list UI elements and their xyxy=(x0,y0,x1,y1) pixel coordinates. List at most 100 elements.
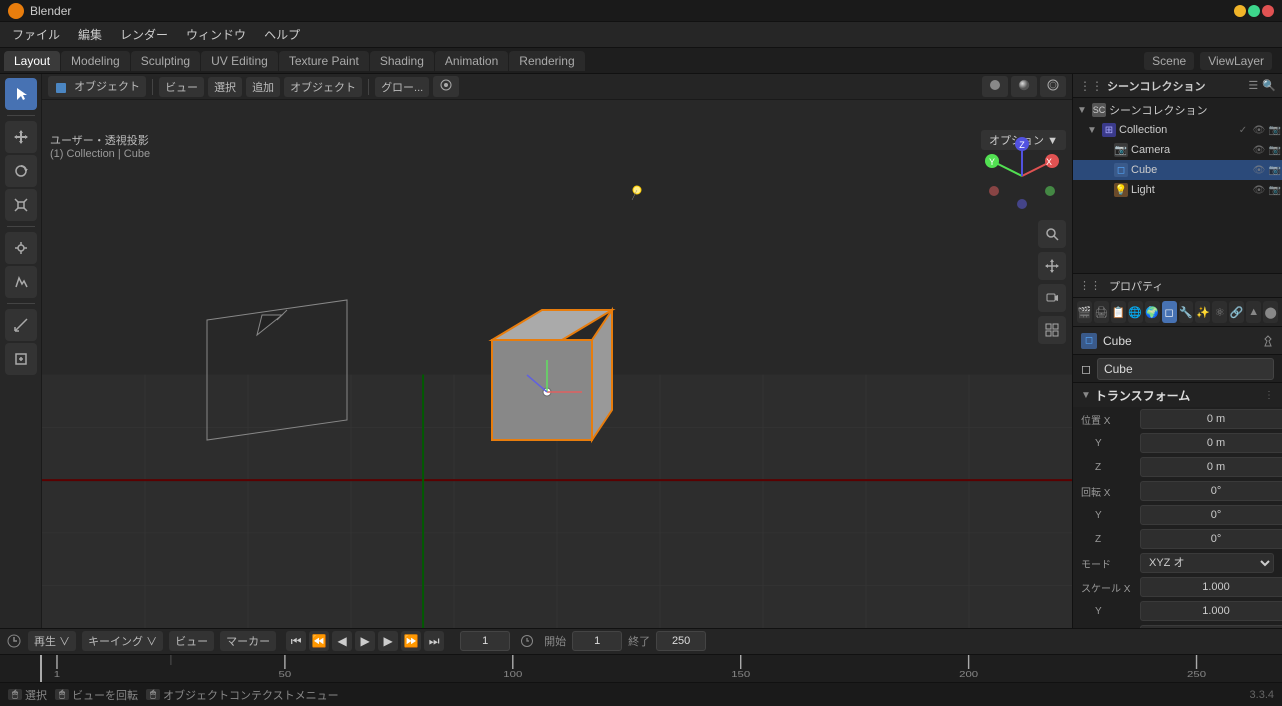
minimize-button[interactable] xyxy=(1234,5,1246,17)
transform-menu[interactable]: ⋮ xyxy=(1264,390,1274,401)
props-section-transform-header[interactable]: ▼ トランスフォーム ⋮ xyxy=(1073,383,1282,407)
playhead[interactable] xyxy=(40,655,42,682)
viewport-view-menu[interactable]: ビュー xyxy=(159,77,204,97)
props-tab-particles[interactable]: ✨ xyxy=(1195,301,1210,323)
outliner-item-cube[interactable]: ◻ Cube 👁 📷 xyxy=(1073,160,1282,180)
next-keyframe-btn[interactable]: ▶ xyxy=(378,631,398,651)
viewlayer-selector[interactable]: ViewLayer xyxy=(1200,52,1272,70)
tool-rotate[interactable] xyxy=(5,155,37,187)
viewport-render-mode-rendered[interactable] xyxy=(1040,76,1066,97)
location-z-input[interactable] xyxy=(1140,457,1282,477)
scale-z-input[interactable] xyxy=(1140,625,1282,628)
location-y-input[interactable] xyxy=(1140,433,1282,453)
navigation-gizmo[interactable]: X Y Z xyxy=(982,136,1062,216)
tool-transform[interactable] xyxy=(5,232,37,264)
collection-vis-eye[interactable]: 👁 xyxy=(1252,125,1266,136)
props-tab-material[interactable]: ⬤ xyxy=(1263,301,1278,323)
viewport-render-mode-material[interactable] xyxy=(1011,76,1037,97)
outliner-item-scene-collection[interactable]: ▼ SC シーンコレクション xyxy=(1073,100,1282,120)
viewport-transform[interactable]: グロー... xyxy=(375,77,429,97)
props-tab-scene[interactable]: 🌐 xyxy=(1128,301,1143,323)
props-name-input[interactable] xyxy=(1097,358,1274,380)
props-tab-render[interactable]: 🎬 xyxy=(1077,301,1092,323)
prev-frame-btn[interactable]: ⏪ xyxy=(309,631,329,651)
timeline-track[interactable]: 1 50 100 150 200 250 xyxy=(0,655,1282,682)
props-tab-modifier[interactable]: 🔧 xyxy=(1179,301,1194,323)
scale-x-input[interactable] xyxy=(1140,577,1282,597)
outliner-filter-btn[interactable]: ☰ xyxy=(1248,79,1258,92)
cube-vis-eye[interactable]: 👁 xyxy=(1252,165,1266,176)
tab-modeling[interactable]: Modeling xyxy=(61,51,130,71)
rotation-y-input[interactable] xyxy=(1140,505,1282,525)
rotation-x-input[interactable] xyxy=(1140,481,1282,501)
jump-end-btn[interactable]: ⏭ xyxy=(424,631,444,651)
outliner-item-camera[interactable]: 📷 Camera 👁 📷 xyxy=(1073,140,1282,160)
viewport-mode-selector[interactable]: オブジェクト xyxy=(48,76,146,96)
tab-shading[interactable]: Shading xyxy=(370,51,434,71)
timeline-re-btn[interactable]: 再生 ∨ xyxy=(28,631,76,651)
close-button[interactable] xyxy=(1262,5,1274,17)
timeline-marker-btn[interactable]: マーカー xyxy=(220,631,276,651)
prev-keyframe-btn[interactable]: ◀ xyxy=(332,631,352,651)
jump-start-btn[interactable]: ⏮ xyxy=(286,631,306,651)
menu-render[interactable]: レンダー xyxy=(112,24,176,45)
props-tab-object[interactable]: ◻ xyxy=(1162,301,1177,323)
tab-layout[interactable]: Layout xyxy=(4,51,60,71)
menu-file[interactable]: ファイル xyxy=(4,24,68,45)
props-tab-constraints[interactable]: 🔗 xyxy=(1229,301,1244,323)
tab-sculpting[interactable]: Sculpting xyxy=(131,51,200,71)
viewport-snap[interactable] xyxy=(433,76,459,97)
grid-gizmo-btn[interactable] xyxy=(1038,316,1066,344)
rotation-z-input[interactable] xyxy=(1140,529,1282,549)
props-tab-world[interactable]: 🌍 xyxy=(1145,301,1160,323)
light-vis-eye[interactable]: 👁 xyxy=(1252,185,1266,196)
props-pin-icon[interactable] xyxy=(1262,335,1274,347)
end-frame-input[interactable] xyxy=(656,631,706,651)
camera-vis-eye[interactable]: 👁 xyxy=(1252,145,1266,156)
tool-add[interactable] xyxy=(5,343,37,375)
outliner-item-collection[interactable]: ▼ ⊞ Collection ✓ 👁 📷 xyxy=(1073,120,1282,140)
props-tab-data[interactable]: ▲ xyxy=(1246,301,1261,323)
current-frame-input[interactable] xyxy=(460,631,510,651)
tab-texture-paint[interactable]: Texture Paint xyxy=(279,51,369,71)
scene-selector[interactable]: Scene xyxy=(1144,52,1194,70)
viewport-object-menu[interactable]: オブジェクト xyxy=(284,77,362,97)
rotation-mode-select[interactable]: XYZ オ XZY YXZ xyxy=(1140,553,1274,573)
props-tab-output[interactable]: 🖨 xyxy=(1094,301,1109,323)
menu-edit[interactable]: 編集 xyxy=(70,24,110,45)
tab-animation[interactable]: Animation xyxy=(435,51,508,71)
camera-view-btn[interactable] xyxy=(1038,284,1066,312)
maximize-button[interactable] xyxy=(1248,5,1260,17)
outliner-item-light[interactable]: 💡 Light 👁 📷 xyxy=(1073,180,1282,200)
timeline-keying-btn[interactable]: キーイング ∨ xyxy=(82,631,163,651)
next-frame-btn[interactable]: ⏩ xyxy=(401,631,421,651)
menu-window[interactable]: ウィンドウ xyxy=(178,24,254,45)
zoom-gizmo-btn[interactable] xyxy=(1038,220,1066,248)
tab-uv-editing[interactable]: UV Editing xyxy=(201,51,278,71)
location-x-input[interactable] xyxy=(1140,409,1282,429)
pan-gizmo-btn[interactable] xyxy=(1038,252,1066,280)
tool-annotate[interactable] xyxy=(5,266,37,298)
viewport-select-menu[interactable]: 選択 xyxy=(208,77,242,97)
viewport-area[interactable]: オブジェクト ビュー 選択 追加 オブジェクト グロー... xyxy=(42,74,1072,628)
tool-scale[interactable] xyxy=(5,189,37,221)
start-frame-input[interactable] xyxy=(572,631,622,651)
cube-vis-render[interactable]: 📷 xyxy=(1268,165,1282,176)
scale-y-input[interactable] xyxy=(1140,601,1282,621)
light-vis-render[interactable]: 📷 xyxy=(1268,185,1282,196)
collection-vis-check[interactable]: ✓ xyxy=(1236,125,1250,136)
viewport-add-menu[interactable]: 追加 xyxy=(246,77,280,97)
viewport-render-mode-solid[interactable] xyxy=(982,76,1008,97)
tool-measure[interactable] xyxy=(5,309,37,341)
play-btn[interactable]: ▶ xyxy=(355,631,375,651)
menu-help[interactable]: ヘルプ xyxy=(256,24,308,45)
tab-rendering[interactable]: Rendering xyxy=(509,51,584,71)
tool-move[interactable] xyxy=(5,121,37,153)
props-tab-view-layer[interactable]: 📋 xyxy=(1111,301,1126,323)
props-tab-physics[interactable]: ⚛ xyxy=(1212,301,1227,323)
tool-select[interactable] xyxy=(5,78,37,110)
camera-vis-render[interactable]: 📷 xyxy=(1268,145,1282,156)
timeline-view-btn[interactable]: ビュー xyxy=(169,631,214,651)
collection-vis-render[interactable]: 📷 xyxy=(1268,125,1282,136)
viewport-canvas[interactable]: ユーザー・透視投影 (1) Collection | Cube オプション ▼ … xyxy=(42,100,1072,628)
